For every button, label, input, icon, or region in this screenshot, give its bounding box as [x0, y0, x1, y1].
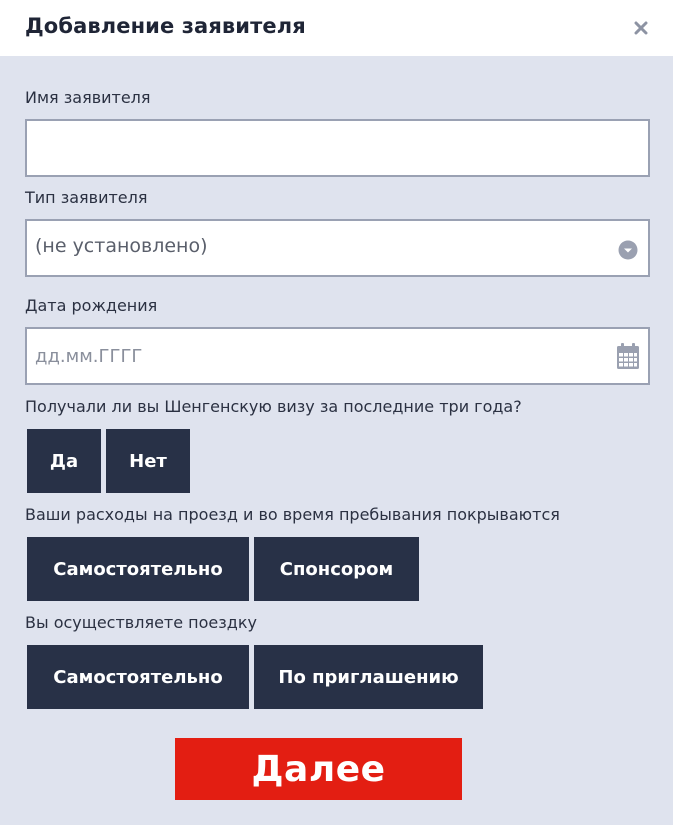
calendar-icon[interactable] [616, 342, 640, 370]
chevron-down-icon [618, 240, 638, 260]
schengen-yes-button[interactable]: Да [27, 429, 101, 493]
trip-question-label: Вы осуществляете поездку [25, 613, 257, 632]
type-select[interactable]: (не установлено) [25, 219, 650, 277]
name-label: Имя заявителя [25, 88, 151, 107]
trip-self-button[interactable]: Самостоятельно [27, 645, 249, 709]
type-select-value: (не установлено) [35, 235, 208, 257]
next-button[interactable]: Далее [175, 738, 462, 800]
trip-invitation-button[interactable]: По приглашению [254, 645, 483, 709]
dialog-title: Добавление заявителя [25, 14, 306, 38]
expenses-self-button[interactable]: Самостоятельно [27, 537, 249, 601]
schengen-question-label: Получали ли вы Шенгенскую визу за послед… [25, 397, 522, 416]
close-button[interactable] [629, 16, 653, 40]
name-field-box [25, 119, 650, 177]
name-input[interactable] [27, 121, 648, 175]
birthdate-field-box [25, 327, 650, 385]
expenses-question-label: Ваши расходы на проезд и во время пребыв… [25, 505, 560, 524]
close-icon [634, 21, 648, 35]
expenses-sponsor-button[interactable]: Спонсором [254, 537, 419, 601]
add-applicant-dialog: Добавление заявителя Имя заявителя Тип з… [0, 0, 673, 825]
schengen-no-button[interactable]: Нет [106, 429, 190, 493]
birthdate-label: Дата рождения [25, 296, 158, 315]
type-label: Тип заявителя [25, 188, 148, 207]
birthdate-input[interactable] [27, 329, 648, 383]
dialog-header: Добавление заявителя [0, 0, 673, 56]
